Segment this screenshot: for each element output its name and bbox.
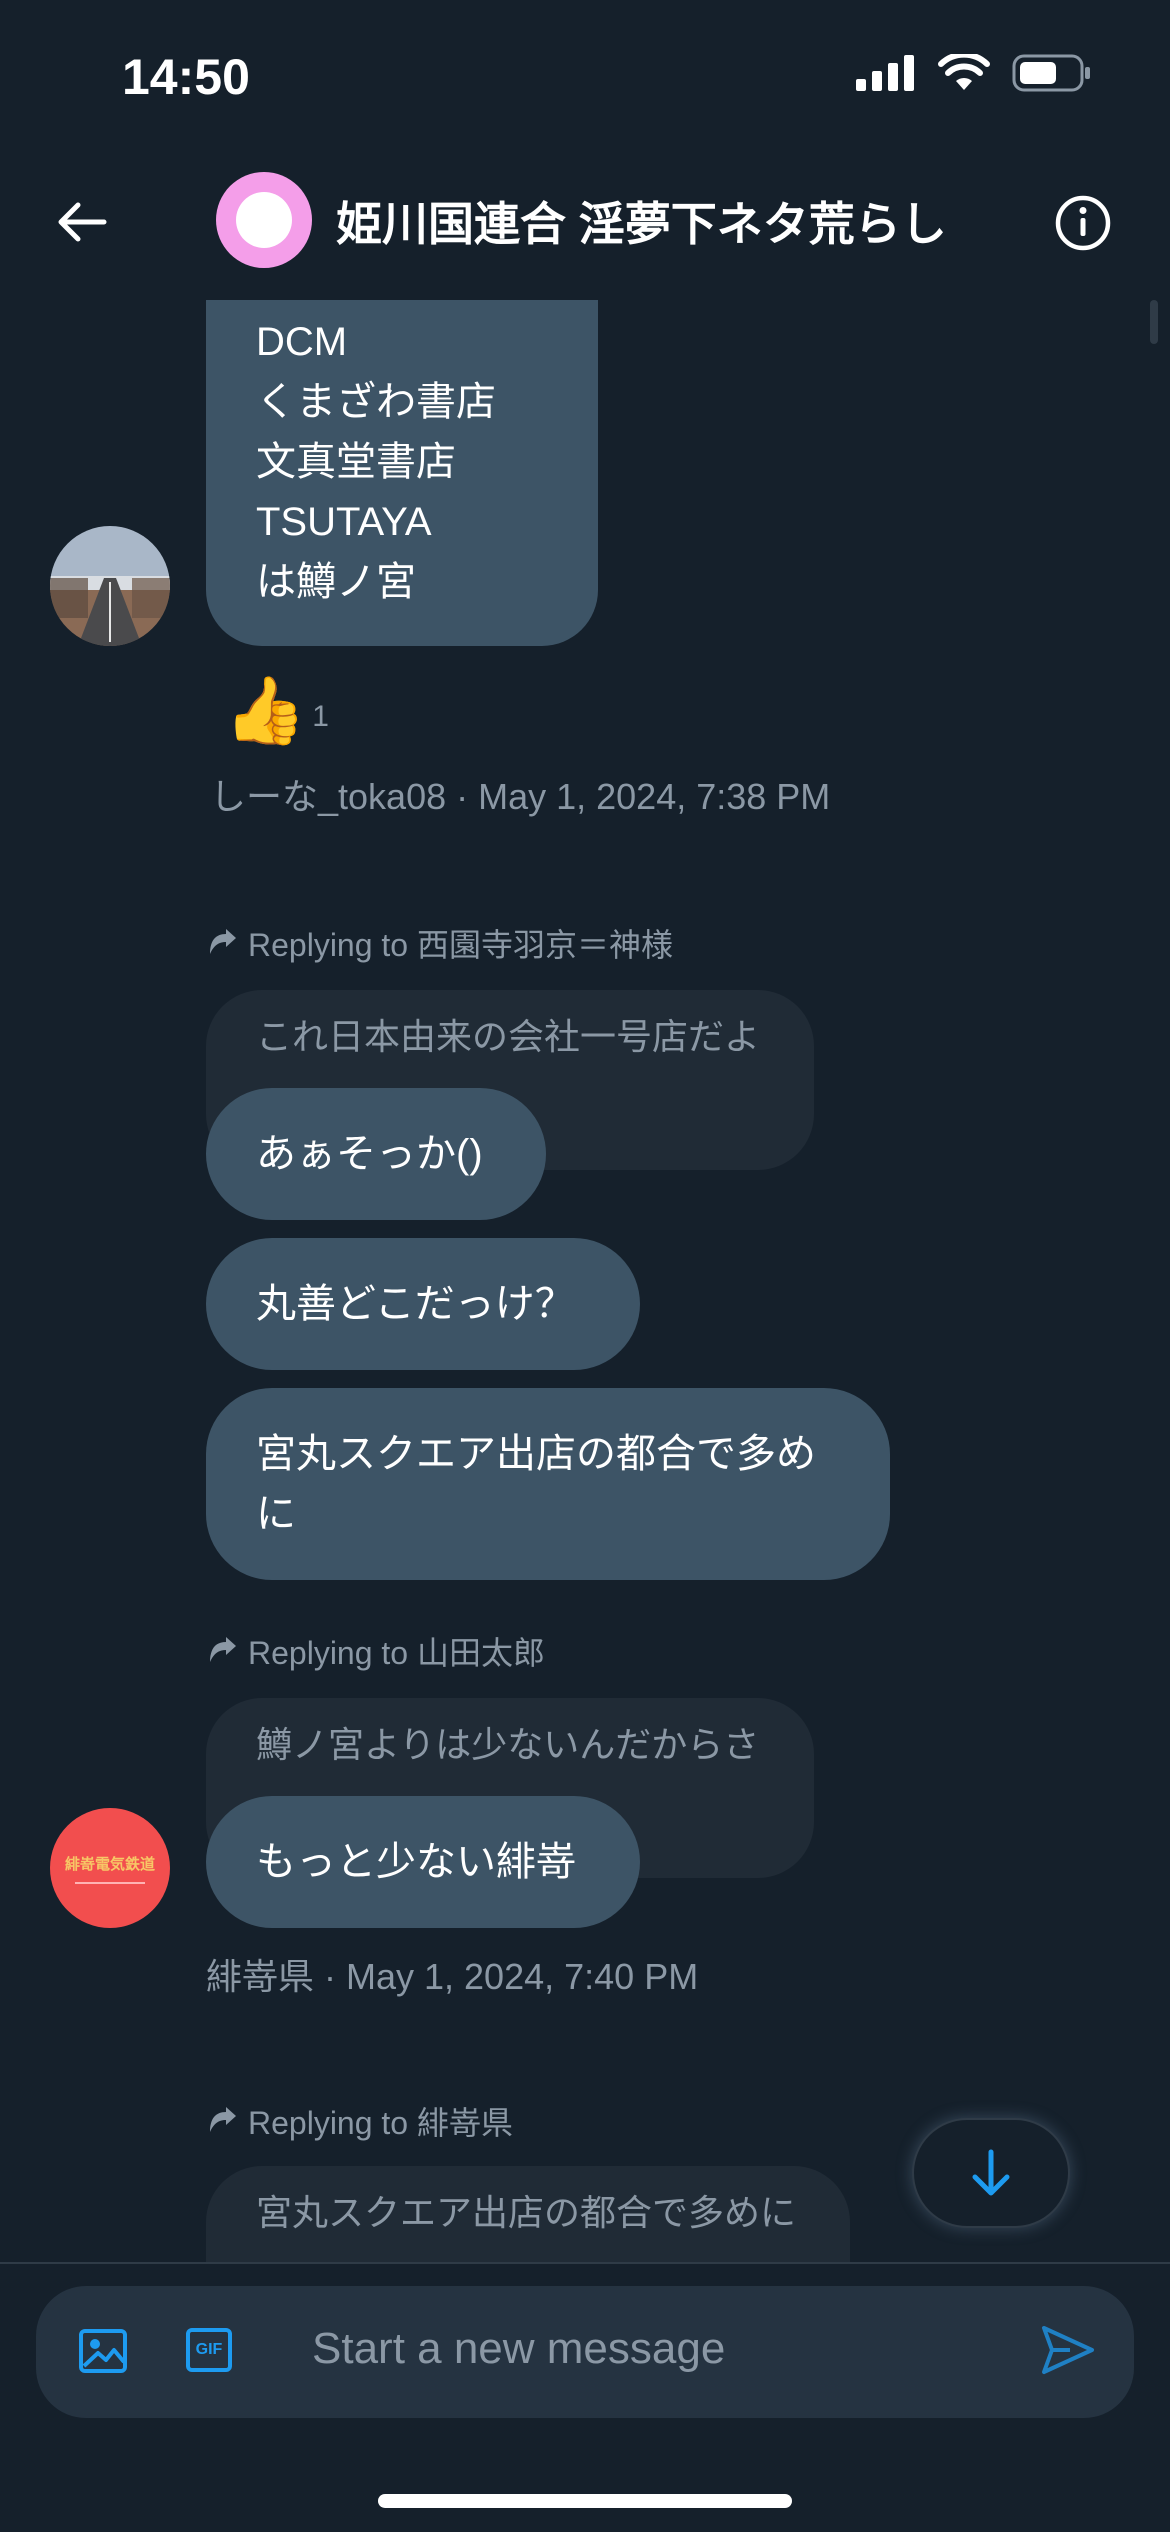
reply-indicator: Replying to 西園寺羽京＝神様 bbox=[208, 920, 673, 966]
message-line: 文真堂書店 bbox=[256, 440, 456, 484]
avatar-user-hisaki[interactable]: 緋嵜電気鉄道 bbox=[50, 1808, 170, 1928]
message-text: 丸善どこだっけ？ bbox=[256, 1282, 575, 1326]
message-bubble[interactable]: あぁそっか() bbox=[206, 1088, 546, 1220]
message-bubble[interactable]: DCM くまざわ書店 文真堂書店 TSUTAYA は鱒ノ宮 bbox=[206, 300, 598, 646]
quoted-text: これ日本由来の会社一号店だよ bbox=[256, 1016, 761, 1057]
reply-indicator: Replying to 山田太郎 bbox=[208, 1628, 545, 1674]
gif-label: GIF bbox=[195, 2341, 223, 2358]
send-icon[interactable] bbox=[1040, 2322, 1096, 2378]
back-arrow-icon[interactable] bbox=[52, 192, 112, 252]
quoted-message[interactable]: 宮丸スクエア出店の都合で多めに bbox=[206, 2166, 850, 2262]
message-bubble[interactable]: もっと少ない緋嵜 bbox=[206, 1796, 640, 1928]
message-text: 宮丸スクエア出店の都合で多めに bbox=[256, 1432, 816, 1536]
reply-arrow-icon bbox=[210, 929, 236, 954]
message-meta: 緋嵜県 · May 1, 2024, 7:40 PM bbox=[206, 1956, 699, 1997]
quoted-text: 鱒ノ宮よりは少ないんだからさ bbox=[256, 1724, 760, 1765]
group-avatar[interactable] bbox=[216, 172, 312, 268]
home-indicator bbox=[378, 2494, 792, 2508]
reaction-thumbs-up[interactable]: 👍 1 bbox=[224, 670, 329, 750]
signal-icon bbox=[856, 55, 914, 91]
image-icon[interactable] bbox=[78, 2326, 128, 2376]
message-bubble[interactable]: 丸善どこだっけ？ bbox=[206, 1238, 640, 1370]
reply-label: Replying to 緋嵜県 bbox=[248, 2105, 513, 2141]
quoted-text: 宮丸スクエア出店の都合で多めに bbox=[256, 2192, 797, 2233]
reply-label: Replying to 西園寺羽京＝神様 bbox=[248, 927, 673, 963]
wifi-icon bbox=[938, 54, 990, 90]
message-line: は鱒ノ宮 bbox=[256, 560, 416, 604]
reply-label: Replying to 山田太郎 bbox=[248, 1635, 545, 1671]
message-text: あぁそっか() bbox=[256, 1132, 483, 1176]
reply-indicator: Replying to 緋嵜県 bbox=[208, 2098, 513, 2144]
message-meta: しーな_toka08 · May 1, 2024, 7:38 PM bbox=[210, 776, 831, 817]
message-line: くまざわ書店 bbox=[256, 380, 496, 424]
scrollbar-thumb[interactable] bbox=[1150, 300, 1158, 344]
thumbs-up-emoji: 👍 bbox=[224, 673, 307, 747]
quote-clip: 宮丸スクエア出店の都合で多めに bbox=[206, 2166, 856, 2262]
conversation-title[interactable]: 姫川国連合 淫夢下ネタ荒らし bbox=[336, 188, 947, 254]
message-input[interactable]: Start a new message bbox=[312, 2324, 725, 2374]
reply-arrow-icon bbox=[210, 1637, 236, 1662]
status-icons bbox=[856, 54, 1092, 92]
gif-button[interactable]: GIF bbox=[186, 2328, 232, 2372]
message-line: DCM bbox=[256, 320, 348, 364]
avatar-logo-text: 緋嵜電気鉄道 bbox=[64, 1855, 155, 1873]
composer-divider bbox=[0, 2262, 1170, 2264]
status-time: 14:50 bbox=[122, 49, 250, 105]
reaction-count: 1 bbox=[312, 700, 329, 733]
message-text: もっと少ない緋嵜 bbox=[256, 1840, 576, 1884]
arrow-down-icon bbox=[972, 2149, 1010, 2196]
road-photo-avatar bbox=[50, 526, 170, 646]
avatar-logo-line bbox=[75, 1881, 145, 1884]
scroll-to-bottom-button[interactable] bbox=[912, 2118, 1070, 2228]
info-icon[interactable] bbox=[1054, 194, 1112, 252]
battery-icon bbox=[1012, 54, 1090, 92]
message-line: TSUTAYA bbox=[256, 500, 432, 544]
avatar-user-shina[interactable] bbox=[50, 526, 170, 646]
reply-arrow-icon bbox=[210, 2107, 236, 2132]
message-bubble[interactable]: 宮丸スクエア出店の都合で多めに bbox=[206, 1388, 890, 1580]
